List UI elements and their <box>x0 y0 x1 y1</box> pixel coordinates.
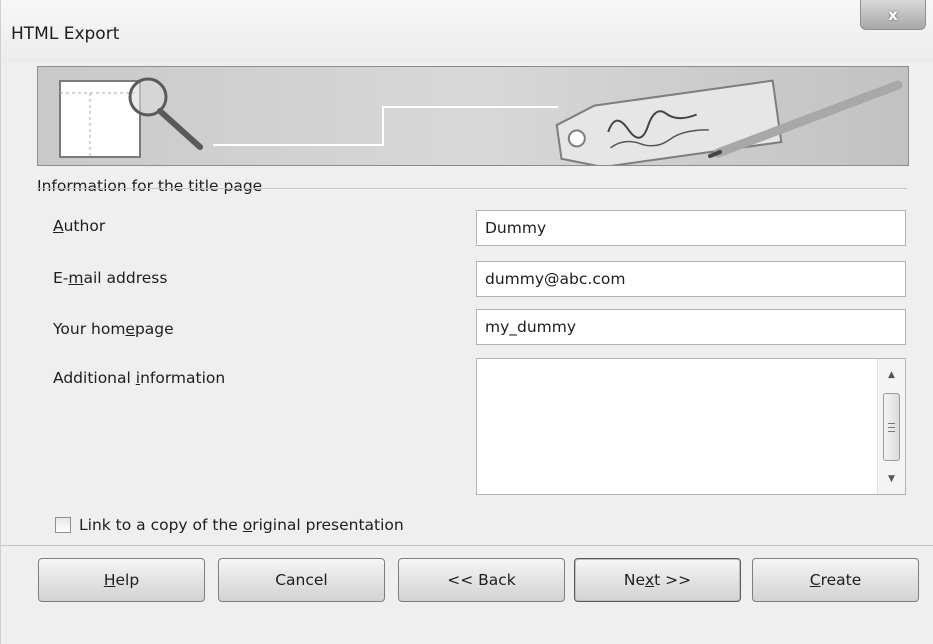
email-label: E-mail address <box>53 269 168 287</box>
button-row: Help Cancel << Back Ne x t >> Create <box>1 558 933 602</box>
button-divider <box>1 545 933 546</box>
window-title: HTML Export <box>11 24 120 44</box>
tag-graphic <box>555 79 783 165</box>
author-input[interactable] <box>476 210 906 246</box>
author-label: Author <box>53 217 106 235</box>
section-divider <box>37 188 907 189</box>
link-original-label: Link to a copy of the original presentat… <box>79 516 404 534</box>
banner-graphic <box>59 77 903 165</box>
link-original-checkbox-row[interactable]: Link to a copy of the original presentat… <box>55 516 404 534</box>
back-button[interactable]: << Back <box>398 558 565 602</box>
html-export-dialog: HTML Export x Information for the title … <box>0 0 933 644</box>
scroll-down-arrow-icon[interactable]: ▼ <box>878 469 905 489</box>
grip-icon <box>888 422 895 432</box>
additional-info-textarea[interactable] <box>477 359 881 498</box>
email-input[interactable] <box>476 261 906 297</box>
banner-illustration <box>37 66 909 166</box>
page-graphic <box>59 80 141 158</box>
create-button[interactable]: Create <box>752 558 919 602</box>
link-original-checkbox[interactable] <box>55 517 71 533</box>
homepage-input[interactable] <box>476 309 906 345</box>
homepage-label: Your homepage <box>53 320 174 338</box>
title-bar: HTML Export x <box>1 0 933 62</box>
additional-info-label: Additional information <box>53 369 226 387</box>
cancel-button[interactable]: Cancel <box>218 558 385 602</box>
scroll-up-arrow-icon[interactable]: ▲ <box>878 365 905 385</box>
vertical-scrollbar[interactable]: ▲ ▼ <box>877 359 905 494</box>
close-button[interactable]: x <box>860 0 926 30</box>
scroll-thumb[interactable] <box>883 393 900 461</box>
dialog-footer <box>1 616 933 644</box>
next-button[interactable]: Ne x t >> <box>574 558 741 602</box>
additional-info-box: ▲ ▼ <box>476 358 906 498</box>
help-button[interactable]: Help <box>38 558 205 602</box>
close-icon: x <box>888 5 898 24</box>
section-title: Information for the title page <box>37 177 271 195</box>
